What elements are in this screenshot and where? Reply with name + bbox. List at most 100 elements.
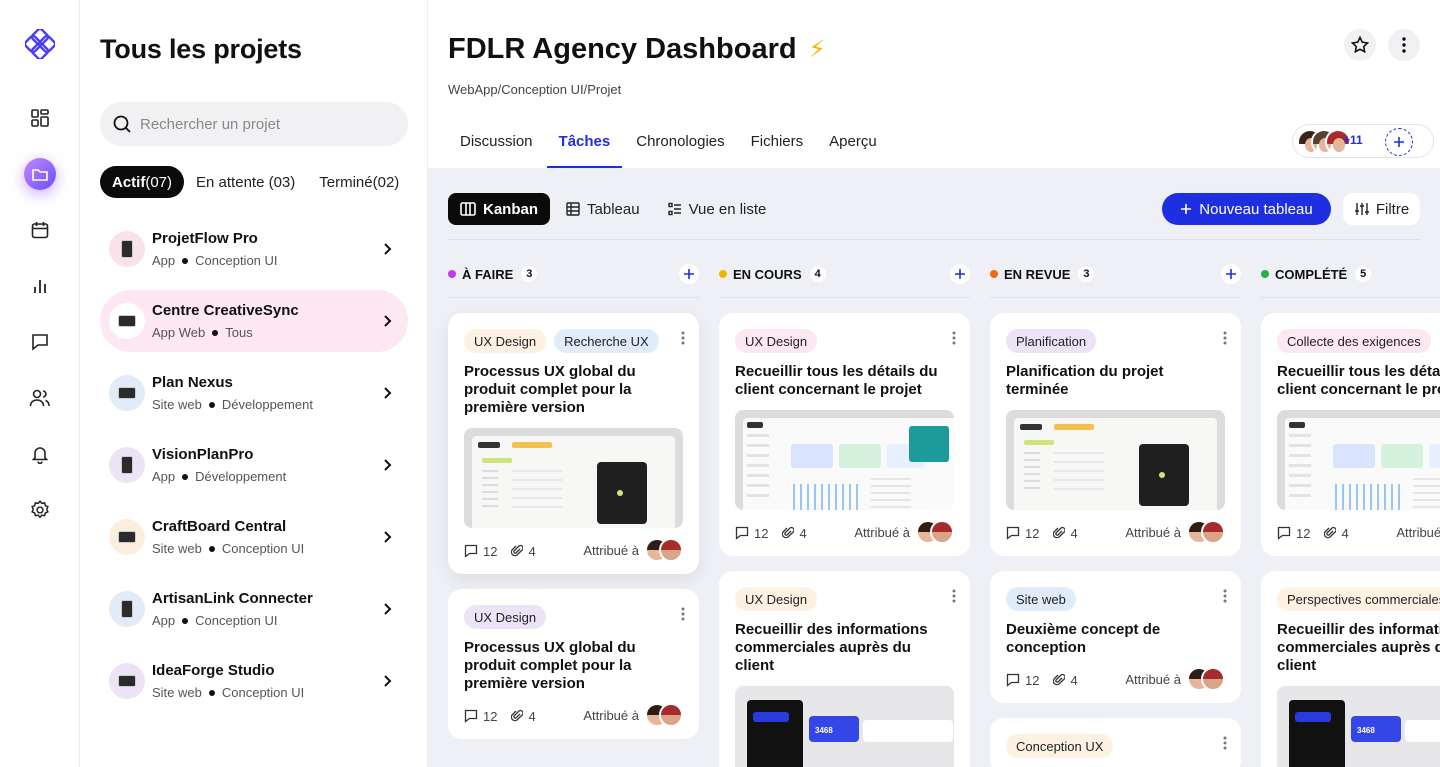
task-card[interactable]: Perspectives commerciales Recueillir des… bbox=[1261, 571, 1440, 767]
bell-icon[interactable] bbox=[24, 438, 56, 470]
monitor-icon bbox=[118, 315, 136, 327]
filter-done[interactable]: Terminé(02) bbox=[307, 166, 399, 198]
project-type: Site web bbox=[152, 397, 202, 412]
project-meta: App Web Tous bbox=[152, 325, 299, 340]
project-type: App bbox=[152, 469, 176, 484]
filter-pending[interactable]: En attente (03) bbox=[184, 166, 307, 198]
tab-0[interactable]: Discussion bbox=[448, 125, 545, 168]
settings-gear-icon[interactable] bbox=[24, 494, 56, 526]
tab-3[interactable]: Fichiers bbox=[739, 125, 816, 168]
column-title: EN REVUE bbox=[1004, 266, 1071, 282]
view-label: Kanban bbox=[483, 200, 539, 218]
assignee-avatars[interactable] bbox=[1187, 667, 1225, 693]
project-header: FDLR Agency Dashboard ⚡ WebApp/Conceptio… bbox=[428, 0, 1440, 168]
search-input[interactable]: Rechercher un projet bbox=[140, 116, 280, 133]
attachments-count: 4 bbox=[782, 525, 807, 541]
view-0[interactable]: Kanban bbox=[448, 193, 551, 225]
star-button[interactable] bbox=[1344, 29, 1376, 61]
kanban-board: Kanban Tableau Vue en liste Nouveau tablea… bbox=[428, 168, 1440, 767]
analytics-icon[interactable] bbox=[24, 270, 56, 302]
card-menu-icon[interactable] bbox=[1223, 331, 1227, 345]
attachments-count: 4 bbox=[511, 544, 536, 559]
chevron-right-icon bbox=[378, 672, 396, 690]
users-icon[interactable] bbox=[24, 382, 56, 414]
team-members[interactable]: +11 bbox=[1292, 124, 1434, 158]
assignee-avatars[interactable] bbox=[1187, 520, 1225, 546]
column-header: EN REVUE 3 bbox=[990, 264, 1241, 284]
assignee-avatars[interactable] bbox=[645, 703, 683, 729]
project-info: VisionPlanPro App Développement bbox=[152, 446, 286, 484]
comments-value: 12 bbox=[483, 708, 498, 724]
card-title: Deuxième concept de conception bbox=[1006, 621, 1161, 656]
task-card[interactable]: UX Design Recueillir des informations co… bbox=[719, 571, 970, 767]
project-item[interactable]: Plan Nexus Site web Développement bbox=[100, 362, 408, 424]
tab-4[interactable]: Aperçu bbox=[817, 125, 889, 168]
monitor-icon bbox=[118, 675, 136, 687]
project-meta: App Conception UI bbox=[152, 253, 278, 268]
view-2[interactable]: Vue en liste bbox=[656, 193, 779, 225]
card-title: Planification du projet terminée bbox=[1006, 363, 1164, 398]
card-tag: Conception UX bbox=[1006, 734, 1114, 758]
card-menu-icon[interactable] bbox=[1223, 589, 1227, 603]
tab-1[interactable]: Tâches bbox=[546, 125, 623, 168]
filter-active[interactable]: Actif (07) bbox=[100, 166, 185, 198]
comments-count: 12 bbox=[1006, 526, 1039, 541]
comments-count: 12 bbox=[464, 709, 497, 724]
task-card[interactable]: Site web Deuxième concept de conception … bbox=[990, 571, 1241, 703]
chat-icon[interactable] bbox=[24, 326, 56, 358]
view-label: Vue en liste bbox=[688, 200, 767, 218]
card-menu-icon[interactable] bbox=[681, 607, 685, 621]
add-card-button[interactable] bbox=[950, 264, 970, 284]
project-search[interactable]: Rechercher un projet bbox=[100, 102, 408, 146]
projects-folder-icon[interactable] bbox=[24, 158, 56, 190]
add-card-button[interactable] bbox=[1221, 264, 1241, 284]
card-menu-icon[interactable] bbox=[952, 589, 956, 603]
star-icon bbox=[1350, 35, 1370, 54]
card-preview-image bbox=[1277, 410, 1440, 510]
card-menu-icon[interactable] bbox=[1223, 736, 1227, 750]
avatar bbox=[1201, 520, 1225, 544]
assigned-label: Attribué à bbox=[1396, 525, 1440, 540]
card-tags: UX Design bbox=[735, 587, 954, 611]
project-sidebar: Tous les projets Rechercher un projet Ac… bbox=[80, 0, 428, 767]
project-item[interactable]: VisionPlanPro App Développement bbox=[100, 434, 408, 496]
task-card[interactable]: Conception UX bbox=[990, 718, 1241, 767]
more-options-button[interactable] bbox=[1388, 29, 1420, 61]
project-item[interactable]: ArtisanLink Connecter App Conception UI bbox=[100, 578, 408, 640]
assignee-avatars[interactable] bbox=[916, 520, 954, 546]
project-item[interactable]: ProjetFlow Pro App Conception UI bbox=[100, 218, 408, 280]
add-card-button[interactable] bbox=[679, 264, 699, 284]
lightning-icon: ⚡ bbox=[808, 36, 826, 63]
attachments-count: 4 bbox=[511, 709, 536, 724]
card-menu-icon[interactable] bbox=[681, 331, 685, 345]
project-avatar bbox=[109, 303, 145, 339]
task-card[interactable]: Collecte des exigences Recueillir tous l… bbox=[1261, 313, 1440, 556]
app-logo-icon[interactable] bbox=[25, 29, 55, 59]
project-item[interactable]: IdeaForge Studio Site web Conception UI bbox=[100, 650, 408, 712]
project-avatar bbox=[109, 375, 145, 411]
new-board-button[interactable]: Nouveau tableau bbox=[1162, 193, 1331, 225]
card-footer: 12 4 Attribué à bbox=[464, 693, 683, 739]
filter-button[interactable]: Filtre bbox=[1343, 193, 1420, 225]
calendar-icon[interactable] bbox=[24, 214, 56, 246]
filter-active-count: (07) bbox=[145, 173, 173, 191]
view-1[interactable]: Tableau bbox=[554, 193, 652, 225]
task-card[interactable]: Planification Planification du projet te… bbox=[990, 313, 1241, 556]
card-tags: Planification bbox=[1006, 329, 1225, 353]
project-item[interactable]: Centre CreativeSync App Web Tous bbox=[100, 290, 408, 352]
attachments-value: 4 bbox=[799, 525, 807, 541]
dashboard-icon[interactable] bbox=[24, 102, 56, 134]
add-member-button[interactable] bbox=[1385, 128, 1413, 156]
sidebar-title: Tous les projets bbox=[100, 34, 302, 64]
task-card[interactable]: UX Design Processus UX global du produit… bbox=[448, 589, 699, 739]
tab-2[interactable]: Chronologies bbox=[624, 125, 736, 168]
card-tag: Planification bbox=[1006, 329, 1097, 353]
project-item[interactable]: CraftBoard Central Site web Conception UI bbox=[100, 506, 408, 568]
task-card[interactable]: UX Design Recherche UX Processus UX globa… bbox=[448, 313, 699, 574]
assignee-avatars[interactable] bbox=[645, 538, 683, 564]
project-avatar bbox=[109, 663, 145, 699]
task-card[interactable]: UX Design Recueillir tous les détails du… bbox=[719, 313, 970, 556]
card-tag: Collecte des exigences bbox=[1277, 329, 1431, 353]
plus-icon bbox=[684, 269, 694, 279]
card-menu-icon[interactable] bbox=[952, 331, 956, 345]
